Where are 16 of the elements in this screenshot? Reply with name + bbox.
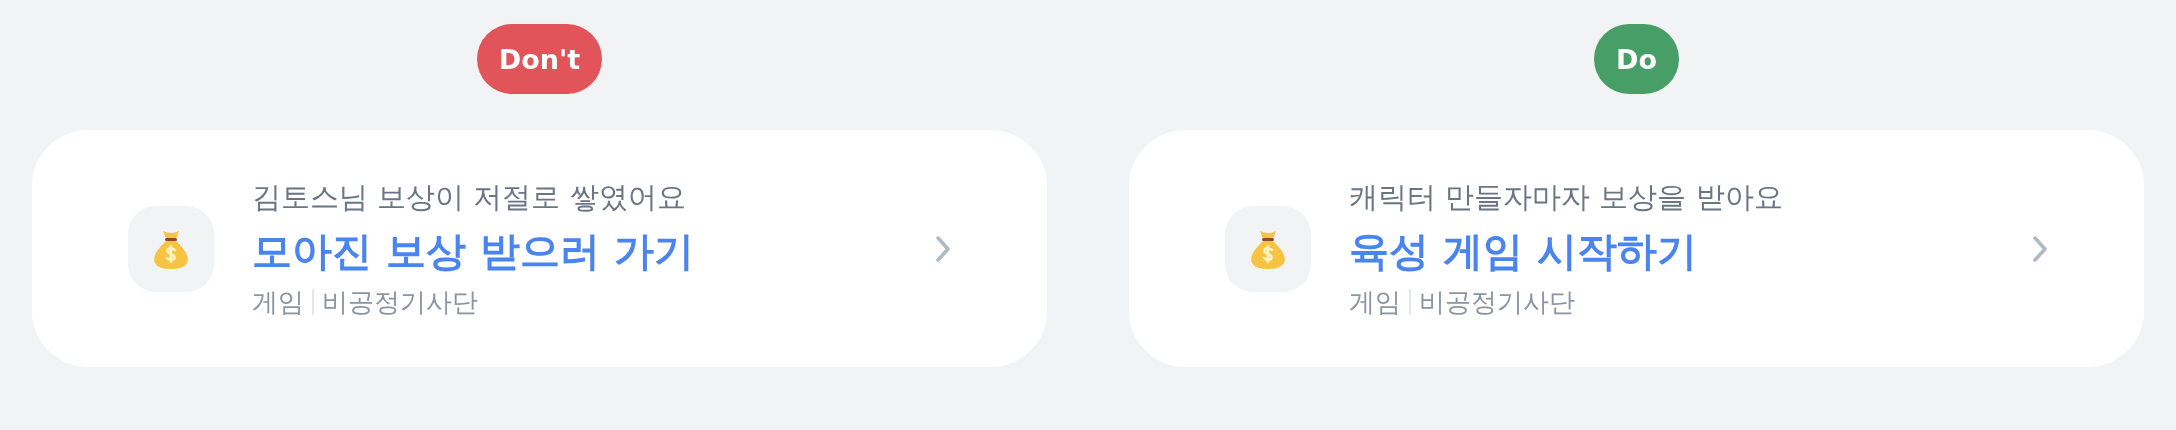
chevron-right-icon: [2032, 234, 2048, 263]
source-label: 비공정기사단: [1419, 285, 1575, 319]
label-badge: Don't: [476, 24, 603, 94]
card-title: 육성 게임 시작하기: [1349, 226, 1698, 276]
label-badge: Do: [1594, 24, 1679, 94]
money-bag-icon: [1225, 205, 1311, 292]
list-card[interactable]: 캐릭터 만들자마자 보상을 받아요 육성 게임 시작하기 게임 비공정기사단: [1129, 130, 2144, 367]
money-bag-icon: [128, 205, 214, 292]
category-label: 게임: [252, 285, 304, 319]
card-title: 모아진 보상 받으러 가기: [252, 226, 695, 276]
category-label: 게임: [1349, 285, 1401, 319]
card-subtitle: 김토스님 보상이 저절로 쌓였어요: [252, 178, 687, 216]
source-label: 비공정기사단: [322, 285, 478, 319]
list-card[interactable]: 김토스님 보상이 저절로 쌓였어요 모아진 보상 받으러 가기 게임 비공정기사단: [32, 130, 1047, 367]
chevron-right-icon: [935, 234, 951, 263]
card-subtitle: 캐릭터 만들자마자 보상을 받아요: [1349, 178, 1784, 216]
